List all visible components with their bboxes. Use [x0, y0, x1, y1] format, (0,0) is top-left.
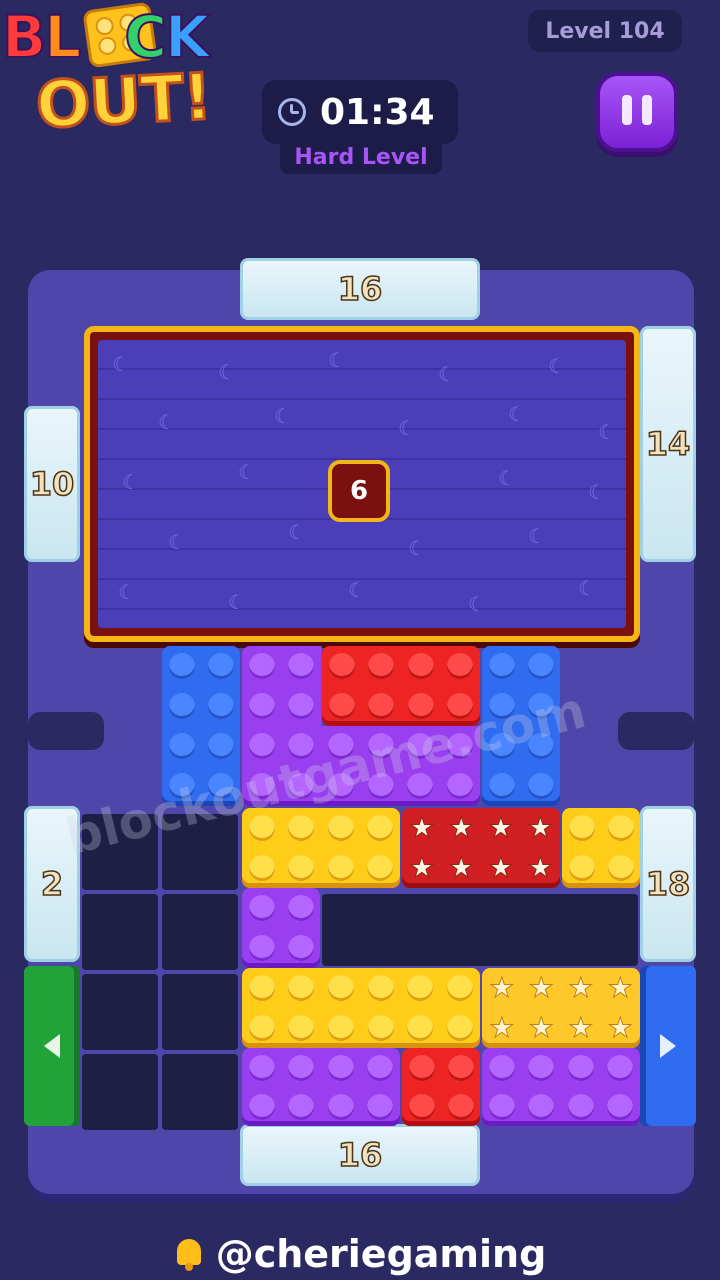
exit-gate-right-arrow [640, 966, 696, 1126]
pause-icon [617, 95, 657, 129]
purple-block-small[interactable] [242, 888, 320, 968]
yellow-block-long[interactable] [242, 968, 480, 1048]
arrow-right-icon [660, 1034, 676, 1058]
timer: 01:34 [262, 80, 458, 144]
exit-gate-left-arrow [24, 966, 80, 1126]
timer-value: 01:34 [320, 91, 435, 133]
logo-title-line1: BLOCK [1, 3, 211, 71]
clock-icon [278, 98, 306, 126]
exit-gate-left-upper: 10 [24, 406, 80, 562]
purple-block-bottom-right[interactable] [482, 1048, 640, 1126]
footer: @cheriegaming [0, 1228, 720, 1280]
difficulty-label: Hard Level [280, 140, 442, 174]
pause-button[interactable] [596, 72, 678, 152]
yellow-block-small[interactable] [562, 808, 640, 888]
yellow-block-mid[interactable] [242, 808, 400, 888]
red-block-bottom[interactable] [402, 1048, 480, 1126]
channel-handle: @cheriegaming [215, 1232, 547, 1276]
game-logo: BLOCK OUT! [0, 0, 270, 150]
board-notch-right [618, 712, 694, 750]
frozen-block-counter: 6 [328, 460, 390, 522]
logo-title-line2: OUT! [33, 59, 215, 145]
exit-gate-right-lower: 18 [640, 806, 696, 962]
empty-cells-row [322, 894, 638, 966]
board-notch-left [28, 712, 104, 750]
purple-block-bottom-left[interactable] [242, 1048, 400, 1126]
exit-gate-top: 16 [240, 258, 480, 320]
exit-gate-bottom: 16 [240, 1124, 480, 1186]
empty-cells [82, 814, 240, 1130]
exit-gate-right-upper: 14 [640, 326, 696, 562]
red-star-block[interactable]: ★ ★ ★ ★ ★ ★ ★ ★ [402, 808, 560, 888]
arrow-left-icon [44, 1034, 60, 1058]
yellow-star-block[interactable]: ★ ★ ★ ★ ★ ★ ★ ★ [482, 968, 640, 1048]
bell-icon [174, 1237, 204, 1271]
level-indicator: Level 104 [528, 10, 682, 52]
